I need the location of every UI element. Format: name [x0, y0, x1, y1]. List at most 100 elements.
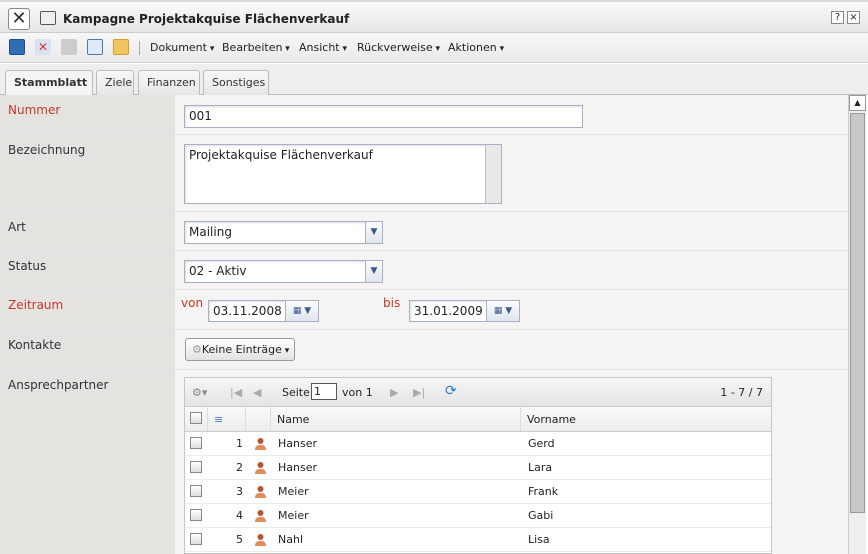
row-zeitraum: Zeitraum von 03.11.2008 ▦ ▼ bis 31.01.20…: [0, 290, 848, 330]
row-kontakte: Kontakte ⚙Keine Einträge ▾: [0, 330, 848, 370]
menu-dokument[interactable]: Dokument: [150, 41, 214, 54]
row-number: 1: [236, 437, 243, 450]
copy-icon[interactable]: [87, 39, 103, 55]
page-label: Seite: [282, 386, 310, 399]
page-input[interactable]: 1: [311, 383, 337, 400]
tab-bar: Stammblatt Ziele Finanzen Sonstiges: [0, 64, 868, 96]
row-number: 5: [236, 533, 243, 546]
row-number-icon: ≡: [208, 407, 246, 431]
scrollbar-thumb[interactable]: [850, 113, 865, 513]
menu-bearbeiten[interactable]: Bearbeiten: [222, 41, 290, 54]
bezeichnung-text: Projektakquise Flächenverkauf: [189, 148, 373, 162]
campaign-icon: [40, 11, 56, 25]
row-number: 4: [236, 509, 243, 522]
vorname-cell: Lisa: [528, 533, 550, 546]
close-button[interactable]: ×: [847, 11, 860, 24]
von-date-input[interactable]: 03.11.2008 ▦ ▼: [208, 300, 319, 322]
nummer-label: Nummer: [0, 95, 175, 134]
gear-icon: ⚙: [192, 343, 202, 356]
close-form-button[interactable]: ✕: [8, 8, 30, 30]
folder-icon[interactable]: [113, 39, 129, 55]
table-row[interactable]: 4 Meier Gabi: [185, 504, 771, 528]
chevron-down-icon[interactable]: ▼: [365, 222, 382, 243]
table-row[interactable]: 2 Hanser Lara: [185, 456, 771, 480]
save-icon[interactable]: [9, 39, 25, 55]
art-label: Art: [0, 212, 175, 250]
toolbar-separator: [139, 41, 140, 55]
table-row[interactable]: 5 Nahl Lisa: [185, 528, 771, 552]
scroll-up-icon[interactable]: ▲: [849, 95, 866, 111]
column-header-name[interactable]: Name: [271, 407, 521, 431]
vorname-cell: Frank: [528, 485, 559, 498]
bis-value: 31.01.2009: [414, 304, 483, 318]
tab-ziele[interactable]: Ziele: [96, 70, 134, 95]
row-checkbox[interactable]: [190, 485, 202, 497]
title-bar: ✕ Kampagne Projektakquise Flächenverkauf…: [0, 0, 868, 33]
tab-sonstiges[interactable]: Sonstiges: [203, 70, 269, 95]
name-cell: Hanser: [278, 437, 318, 450]
chevron-down-icon: ▾: [281, 346, 290, 356]
table-row[interactable]: 3 Meier Frank: [185, 480, 771, 504]
kontakte-button-label: Keine Einträge: [201, 343, 282, 356]
grid-header: ≡ Name Vorname: [185, 407, 771, 432]
prev-page-icon[interactable]: ◀: [253, 386, 261, 399]
first-page-icon[interactable]: |◀: [230, 386, 242, 399]
name-cell: Hanser: [278, 461, 318, 474]
row-nummer: Nummer 001: [0, 95, 848, 135]
person-icon: [255, 462, 266, 474]
row-bezeichnung: Bezeichnung Projektakquise Flächenverkau…: [0, 135, 848, 212]
ansprechpartner-label: Ansprechpartner: [0, 370, 175, 554]
name-cell: Nahl: [278, 533, 303, 546]
row-number: 3: [236, 485, 243, 498]
ansprechpartner-grid: ⚙▾ |◀ ◀ Seite 1 von 1 ▶ ▶| ⟳ 1 - 7 / 7 ≡…: [184, 377, 772, 554]
row-checkbox[interactable]: [190, 509, 202, 521]
help-button[interactable]: ?: [831, 11, 844, 24]
bezeichnung-textarea[interactable]: Projektakquise Flächenverkauf: [184, 144, 502, 204]
row-art: Art Mailing ▼: [0, 212, 848, 251]
chevron-down-icon[interactable]: ▼: [365, 261, 382, 282]
vorname-cell: Lara: [528, 461, 553, 474]
page-scrollbar[interactable]: ▲: [848, 95, 866, 554]
menu-rueckverweise[interactable]: Rückverweise: [357, 41, 440, 54]
print-icon[interactable]: [61, 39, 77, 55]
toolbar: ✕ Dokument Bearbeiten Ansicht Rückverwei…: [0, 33, 868, 63]
tab-finanzen[interactable]: Finanzen: [138, 70, 200, 95]
table-row[interactable]: 1 Hanser Gerd: [185, 432, 771, 456]
zeitraum-label: Zeitraum: [0, 290, 175, 329]
delete-icon[interactable]: ✕: [35, 39, 51, 55]
person-icon: [255, 438, 266, 450]
next-page-icon[interactable]: ▶: [390, 386, 398, 399]
calendar-icon[interactable]: ▦ ▼: [285, 301, 318, 321]
gear-menu-icon[interactable]: ⚙▾: [192, 386, 207, 399]
bis-date-input[interactable]: 31.01.2009 ▦ ▼: [409, 300, 520, 322]
bis-label: bis: [383, 296, 401, 310]
kontakte-button[interactable]: ⚙Keine Einträge ▾: [185, 338, 295, 361]
nummer-input[interactable]: 001: [184, 105, 583, 128]
menu-ansicht[interactable]: Ansicht: [299, 41, 347, 54]
status-value: 02 - Aktiv: [189, 264, 247, 278]
textarea-scrollbar[interactable]: [485, 145, 501, 203]
tab-stammblatt[interactable]: Stammblatt: [5, 70, 93, 96]
person-icon: [255, 534, 266, 546]
row-checkbox[interactable]: [190, 533, 202, 545]
kontakte-label: Kontakte: [0, 330, 175, 369]
grid-toolbar: ⚙▾ |◀ ◀ Seite 1 von 1 ▶ ▶| ⟳ 1 - 7 / 7: [185, 378, 771, 407]
column-header-vorname[interactable]: Vorname: [521, 407, 771, 431]
name-cell: Meier: [278, 509, 309, 522]
row-status: Status 02 - Aktiv ▼: [0, 251, 848, 290]
icon-column-header: [246, 407, 271, 431]
row-number: 2: [236, 461, 243, 474]
calendar-icon[interactable]: ▦ ▼: [486, 301, 519, 321]
last-page-icon[interactable]: ▶|: [413, 386, 425, 399]
status-select[interactable]: 02 - Aktiv ▼: [184, 260, 383, 283]
menu-aktionen[interactable]: Aktionen: [448, 41, 504, 54]
person-icon: [255, 486, 266, 498]
art-select[interactable]: Mailing ▼: [184, 221, 383, 244]
refresh-icon[interactable]: ⟳: [445, 383, 457, 399]
vorname-cell: Gerd: [528, 437, 555, 450]
window-title: Kampagne Projektakquise Flächenverkauf: [63, 12, 350, 26]
select-all-checkbox[interactable]: [190, 412, 202, 424]
bezeichnung-label: Bezeichnung: [0, 135, 175, 211]
row-checkbox[interactable]: [190, 437, 202, 449]
row-checkbox[interactable]: [190, 461, 202, 473]
